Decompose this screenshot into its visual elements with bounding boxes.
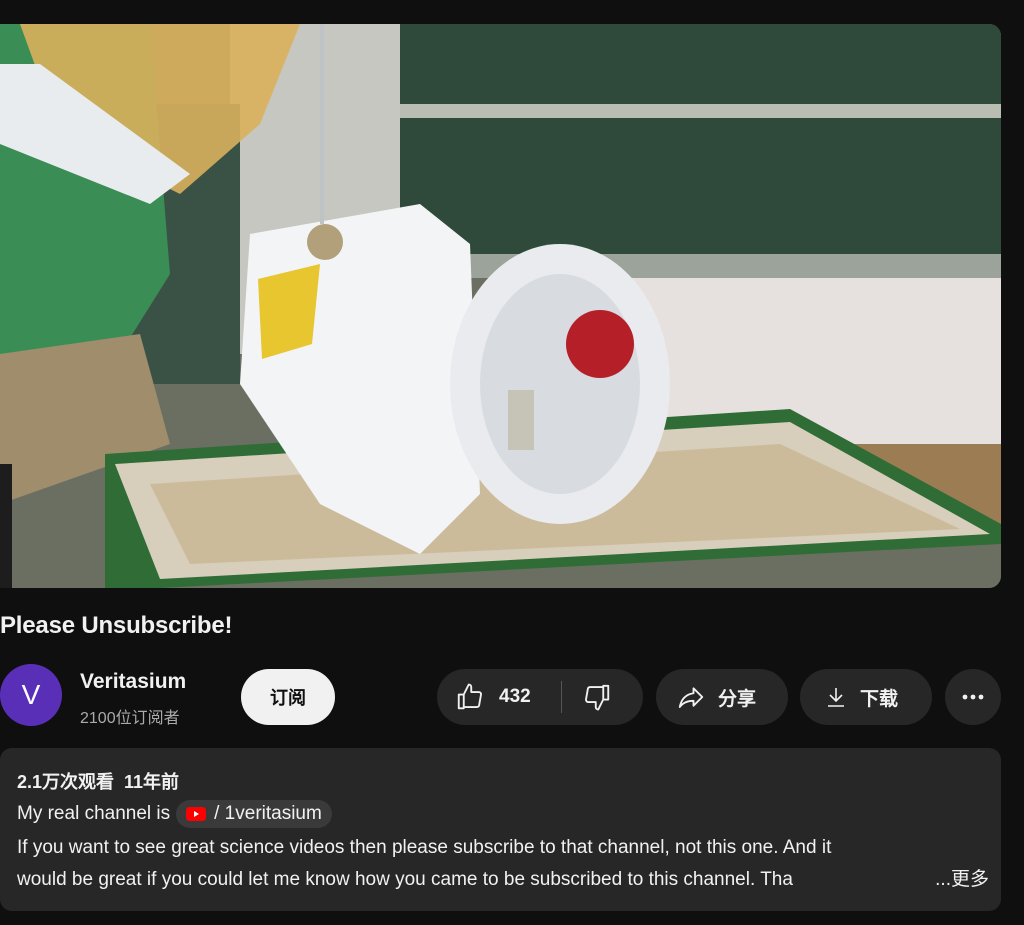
more-link[interactable]: ...更多 bbox=[891, 864, 989, 896]
download-label: 下载 bbox=[860, 688, 899, 710]
video-player[interactable] bbox=[0, 24, 1001, 588]
thumbs-up-icon bbox=[457, 683, 482, 710]
owner-row: V Veritasium 2100位订阅者 订阅 432 分享 下载 bbox=[0, 664, 1001, 728]
more-actions-button[interactable] bbox=[945, 669, 1001, 725]
like-button[interactable]: 432 bbox=[437, 669, 562, 725]
channel-name[interactable]: Veritasium bbox=[80, 670, 186, 694]
upload-age: 11年前 bbox=[124, 772, 180, 792]
description-prefix: My real channel is bbox=[17, 803, 171, 824]
dislike-button[interactable] bbox=[562, 669, 643, 725]
share-arrow-icon bbox=[678, 687, 704, 708]
video-meta: 2.1万次观看 11年前 bbox=[17, 768, 984, 794]
video-title: Please Unsubscribe! bbox=[0, 612, 233, 639]
subscribe-button[interactable]: 订阅 bbox=[241, 669, 335, 725]
channel-link[interactable]: / 1veritasium bbox=[176, 800, 332, 828]
like-dislike-group: 432 bbox=[437, 669, 643, 725]
subscriber-count: 2100位订阅者 bbox=[80, 710, 180, 727]
share-button[interactable]: 分享 bbox=[656, 669, 788, 725]
description-line-1: If you want to see great science videos … bbox=[17, 837, 832, 858]
description-line-2: would be great if you could let me know … bbox=[17, 869, 793, 890]
description-channel-line: My real channel is / 1veritasium bbox=[17, 800, 984, 828]
download-icon bbox=[828, 688, 844, 707]
more-link-text: ...更多 bbox=[935, 869, 989, 890]
youtube-logo-icon bbox=[186, 807, 207, 821]
download-button[interactable]: 下载 bbox=[800, 669, 932, 725]
thumbs-down-icon bbox=[585, 684, 610, 711]
description-text: If you want to see great science videos … bbox=[17, 832, 989, 896]
video-frame bbox=[0, 24, 1001, 588]
view-count: 2.1万次观看 bbox=[17, 772, 115, 792]
like-count: 432 bbox=[499, 686, 531, 707]
more-horizontal-icon bbox=[962, 694, 984, 700]
channel-link-text: / 1veritasium bbox=[214, 803, 322, 824]
share-label: 分享 bbox=[718, 688, 757, 710]
description-box[interactable]: 2.1万次观看 11年前 My real channel is / 1verita… bbox=[0, 748, 1001, 911]
channel-avatar[interactable]: V bbox=[0, 664, 62, 726]
